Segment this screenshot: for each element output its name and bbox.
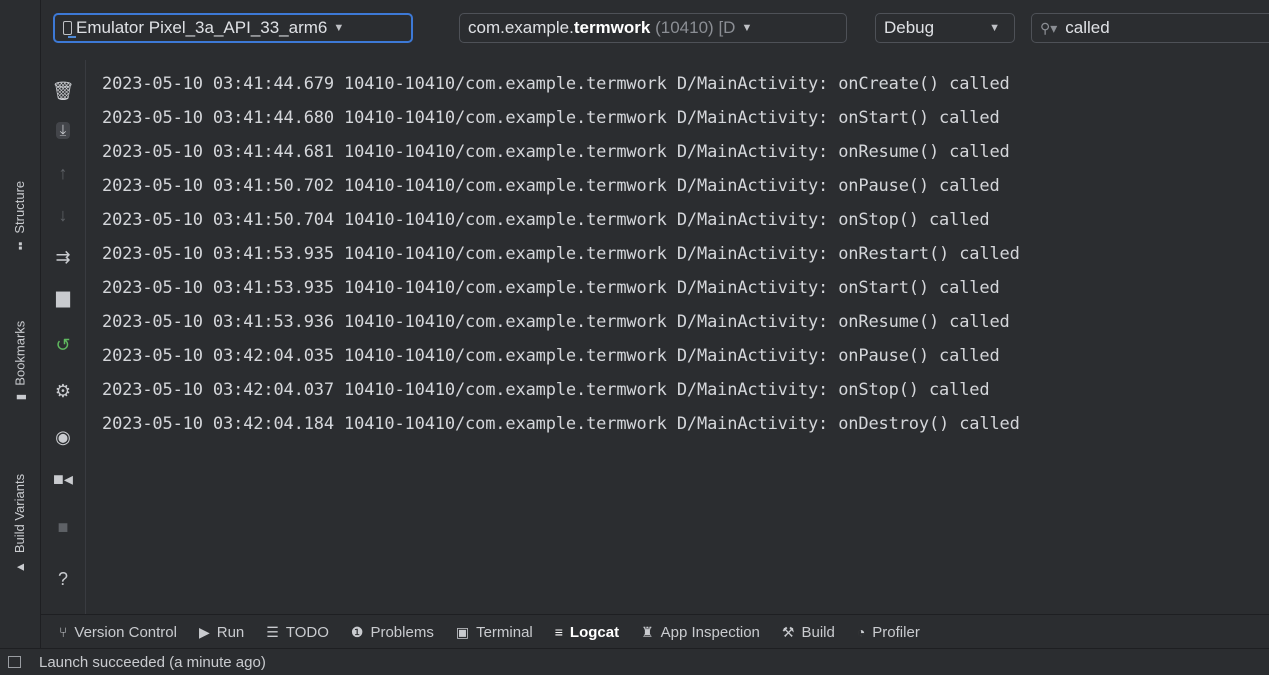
structure-tab[interactable]: ▪▪ Structure [0, 150, 40, 280]
log-line: 2023-05-10 03:42:04.035 10410-10410/com.… [102, 346, 1000, 366]
search-icon: ⚲▾ [1040, 19, 1058, 36]
log-level-selector[interactable]: Debug ▼ [875, 13, 1015, 43]
up-button[interactable]: ↑ [41, 158, 85, 188]
alert-icon: ❶ [350, 623, 364, 640]
gear-icon: ⚙ [54, 380, 72, 401]
tab-app-inspection[interactable]: ♜ App Inspection [630, 615, 771, 649]
soft-wrap-button[interactable]: ⇉ [41, 242, 85, 272]
down-button[interactable]: ↓ [41, 200, 85, 230]
chevron-down-icon: ▼ [989, 22, 1000, 34]
tool-windows-toggle-icon[interactable] [8, 656, 21, 668]
logcat-icon: ≡ [554, 624, 563, 640]
process-prefix: com.example. [468, 18, 574, 37]
log-line: 2023-05-10 03:41:44.681 10410-10410/com.… [102, 142, 1010, 162]
build-variants-tab-label: Build Variants [12, 473, 28, 553]
print-button[interactable]: ▆ [41, 282, 85, 312]
device-selector[interactable]: Emulator Pixel_3a_API_33_arm6 ▼ [53, 13, 413, 43]
tab-run[interactable]: ▶ Run [188, 615, 255, 649]
log-line: 2023-05-10 03:42:04.037 10410-10410/com.… [102, 380, 990, 400]
tab-logcat-label: Logcat [569, 623, 620, 641]
log-line: 2023-05-10 03:41:53.935 10410-10410/com.… [102, 244, 1020, 264]
screen-record-button[interactable]: ■◂ [41, 464, 85, 494]
device-selector-value: Emulator Pixel_3a_API_33_arm6 [76, 18, 328, 37]
log-line: 2023-05-10 03:41:50.704 10410-10410/com.… [102, 210, 990, 230]
chevron-down-icon: ▼ [741, 22, 753, 34]
hammer-icon: ⚒ [781, 623, 795, 640]
device-icon [63, 21, 76, 38]
trash-icon: 🗑︎ [51, 80, 75, 101]
log-line: 2023-05-10 03:41:53.936 10410-10410/com.… [102, 312, 1010, 332]
build-variants-icon: ▲ [13, 560, 28, 573]
tab-build[interactable]: ⚒ Build [771, 615, 846, 649]
logcat-side-tools: 🗑︎ ⤓ ↑ ↓ ⇉ ▆ ↺ ⚙ ◉ ■◂ ■ ? [41, 60, 86, 614]
video-camera-icon: ■◂ [53, 468, 73, 489]
scroll-to-end-button[interactable]: ⤓ [41, 115, 85, 145]
screenshot-button[interactable]: ◉ [41, 422, 85, 452]
tab-todo[interactable]: ☰ TODO [255, 615, 340, 649]
print-icon: ▆ [56, 286, 70, 307]
logcat-toolbar: Emulator Pixel_3a_API_33_arm6 ▼ com.exam… [41, 0, 1269, 60]
search-field[interactable]: ⚲▾ called [1031, 13, 1269, 43]
help-icon: ? [57, 568, 68, 589]
build-variants-tab[interactable]: ▲ Build Variants [0, 448, 40, 598]
app-inspection-icon: ♜ [641, 623, 654, 640]
process-suffix: [D [718, 18, 736, 37]
arrow-down-icon: ↓ [58, 204, 68, 225]
restart-icon: ↺ [55, 334, 71, 355]
log-line: 2023-05-10 03:41:53.935 10410-10410/com.… [102, 278, 1000, 298]
soft-wrap-icon: ⇉ [55, 246, 71, 267]
tab-version-control-label: Version Control [74, 623, 177, 641]
status-bar: Launch succeeded (a minute ago) [0, 648, 1269, 675]
search-input[interactable]: called [1065, 18, 1109, 38]
process-pid: (10410) [655, 18, 714, 37]
tab-run-label: Run [216, 623, 245, 641]
tab-profiler[interactable]: ◔ Profiler [846, 615, 931, 649]
bookmark-icon: ▮ [13, 393, 28, 400]
restart-button[interactable]: ↺ [41, 330, 85, 360]
scroll-to-end-icon: ⤓ [55, 121, 71, 139]
tab-app-inspection-label: App Inspection [660, 623, 760, 641]
tool-window-bar: ⑂ Version Control ▶ Run ☰ TODO ❶ Problem… [41, 614, 1269, 649]
logcat-output[interactable]: 2023-05-10 03:41:44.679 10410-10410/com.… [86, 60, 1269, 614]
log-level-value: Debug [884, 18, 935, 37]
camera-icon: ◉ [55, 426, 71, 447]
tab-terminal-label: Terminal [476, 623, 533, 641]
clear-logcat-button[interactable]: 🗑︎ [41, 76, 85, 106]
structure-icon: ▪▪ [13, 241, 28, 250]
process-name: termwork [573, 18, 651, 37]
log-line: 2023-05-10 03:41:44.679 10410-10410/com.… [102, 74, 1010, 94]
help-button[interactable]: ? [41, 564, 85, 594]
settings-button[interactable]: ⚙ [41, 376, 85, 406]
stop-icon: ■ [57, 516, 69, 537]
bookmarks-tab-label: Bookmarks [12, 320, 28, 386]
gauge-icon: ◔ [856, 624, 866, 640]
tab-build-label: Build [801, 623, 835, 641]
log-line: 2023-05-10 03:41:44.680 10410-10410/com.… [102, 108, 1000, 128]
tab-problems-label: Problems [370, 623, 434, 641]
tab-problems[interactable]: ❶ Problems [340, 615, 445, 649]
process-selector[interactable]: com.example. termwork (10410) [D ▼ [459, 13, 847, 43]
tab-logcat[interactable]: ≡ Logcat [543, 615, 631, 649]
list-icon: ☰ [266, 623, 279, 640]
status-message: Launch succeeded (a minute ago) [39, 653, 266, 671]
bookmarks-tab[interactable]: ▮ Bookmarks [0, 290, 40, 430]
tab-version-control[interactable]: ⑂ Version Control [41, 615, 188, 649]
stop-button[interactable]: ■ [41, 512, 85, 542]
terminal-icon: ▣ [455, 623, 470, 640]
tab-terminal[interactable]: ▣ Terminal [445, 615, 544, 649]
left-tool-strip: ▪▪ Structure ▮ Bookmarks ▲ Build Variants [0, 0, 41, 648]
branch-icon: ⑂ [59, 624, 68, 640]
arrow-up-icon: ↑ [58, 162, 68, 183]
tab-profiler-label: Profiler [872, 623, 920, 641]
play-icon: ▶ [198, 623, 210, 640]
log-line: 2023-05-10 03:41:50.702 10410-10410/com.… [102, 176, 1000, 196]
chevron-down-icon: ▼ [333, 22, 345, 34]
structure-tab-label: Structure [12, 180, 28, 234]
tab-todo-label: TODO [285, 623, 329, 641]
log-line: 2023-05-10 03:42:04.184 10410-10410/com.… [102, 414, 1020, 434]
